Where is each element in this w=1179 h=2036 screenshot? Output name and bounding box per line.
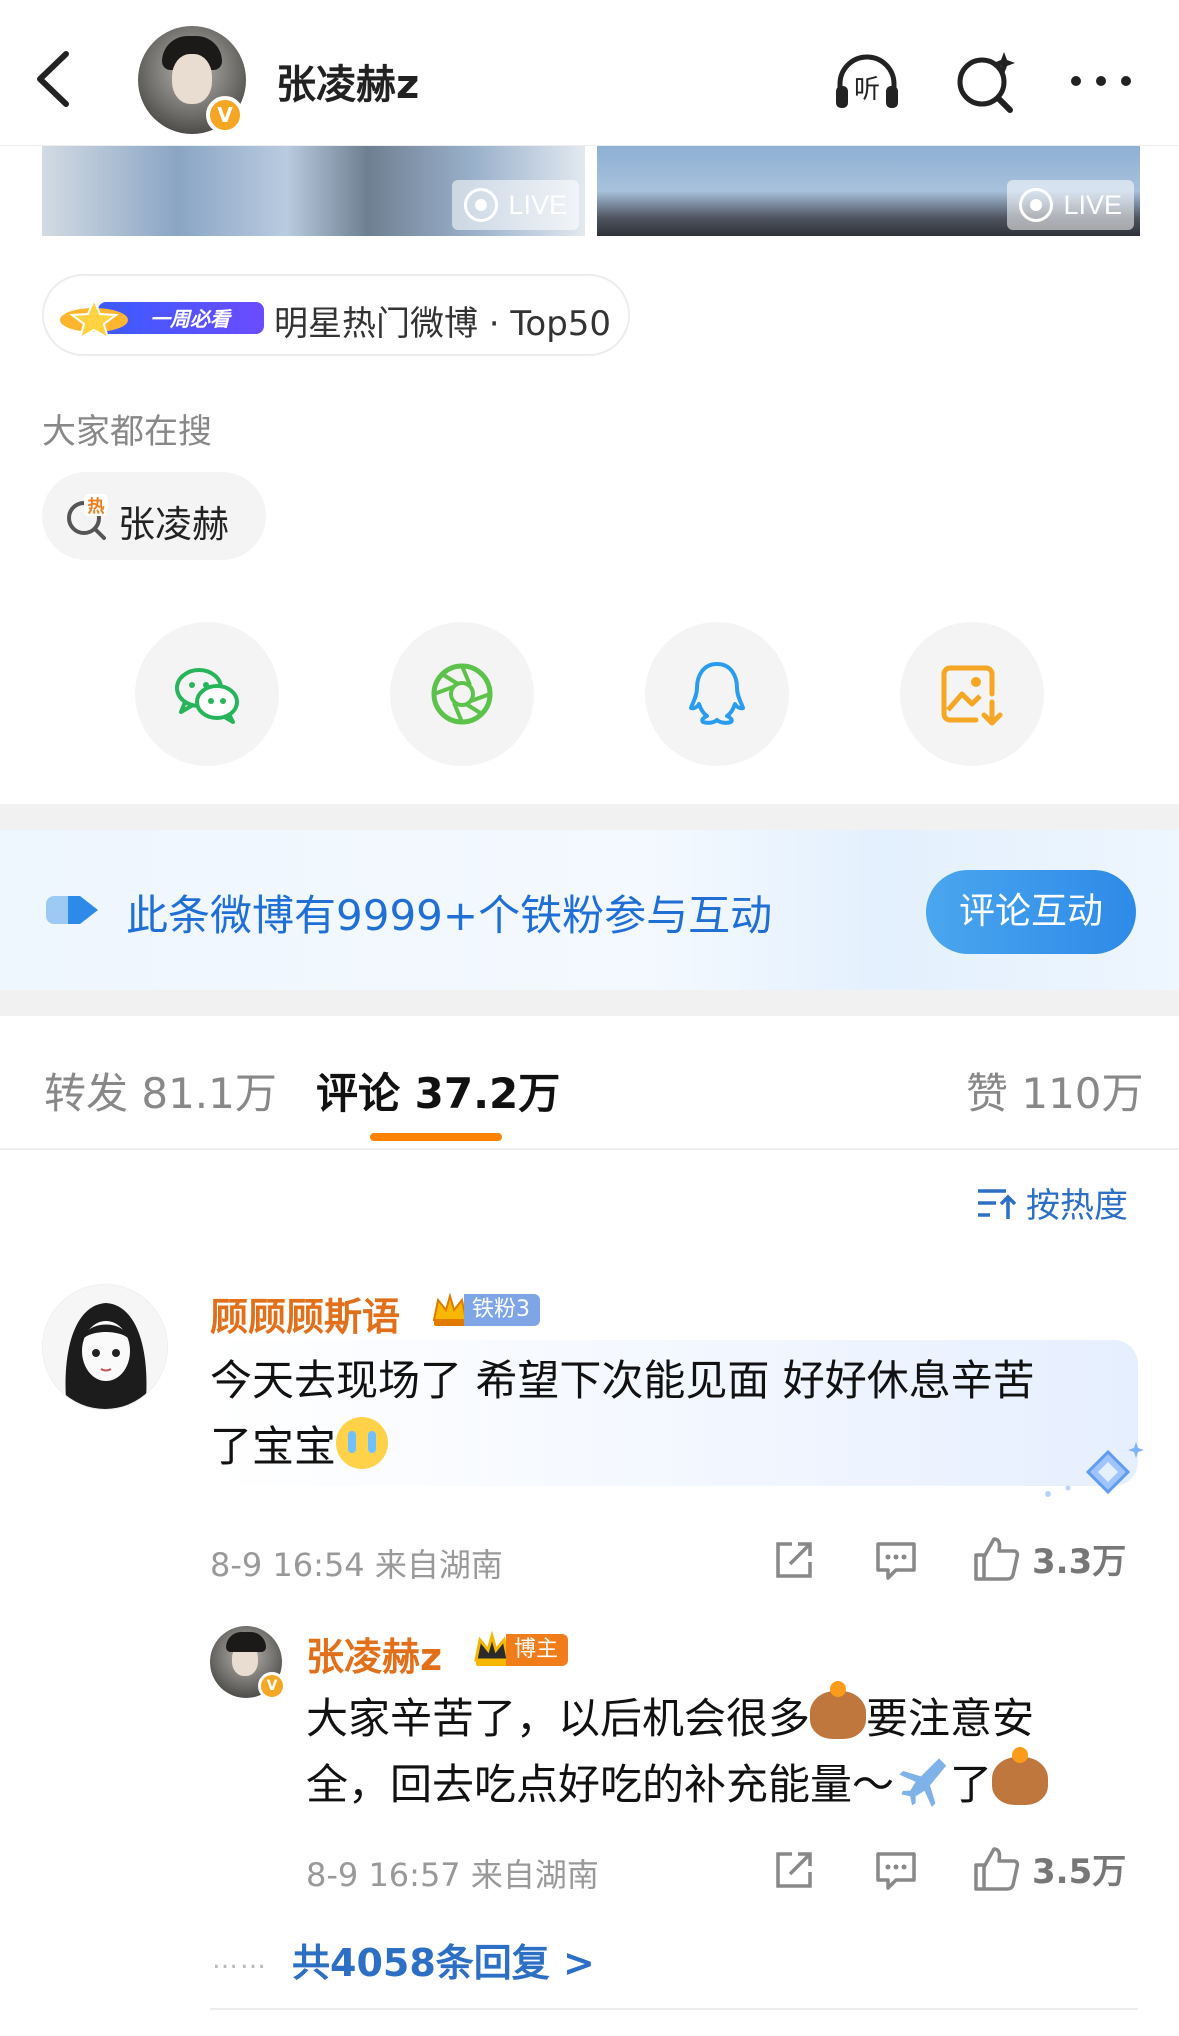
thumbs-up-icon	[974, 1846, 1020, 1891]
fan-arrow-icon	[46, 896, 98, 924]
live-icon	[464, 188, 499, 222]
listen-icon[interactable]: 听	[832, 48, 902, 114]
search-chip[interactable]: 热 张凌赫	[42, 472, 266, 560]
comment-meta: 8-9 16:54 来自湖南	[210, 1546, 503, 1584]
top-bar: V 张凌赫z 听	[0, 0, 1179, 146]
fan-interaction-banner[interactable]: 此条微博有9999+个铁粉参与互动 评论互动	[0, 830, 1179, 990]
tab-comments[interactable]: 评论 37.2万	[316, 1060, 560, 1121]
tab-likes[interactable]: 赞 110万	[966, 1060, 1144, 1121]
fan-interaction-text: 此条微博有9999+个铁粉参与互动	[126, 891, 773, 940]
live-icon	[1019, 188, 1054, 222]
blogger-badge: 博主	[472, 1630, 569, 1670]
moments-icon	[431, 663, 493, 725]
tab-divider	[0, 1148, 1179, 1150]
share-icon[interactable]	[772, 1848, 816, 1892]
comment-text: 今天去现场了 希望下次能见面 好好休息辛苦 了宝宝	[210, 1356, 1035, 1471]
hot-search-icon: 热	[67, 494, 108, 540]
share-icon[interactable]	[772, 1538, 816, 1582]
trending-search-title: 大家都在搜	[42, 412, 212, 452]
view-all-replies-link[interactable]: …… 共4058条回复 >	[212, 1932, 595, 1987]
verified-badge: V	[206, 96, 244, 134]
divider	[210, 2008, 1138, 2010]
svg-text:热: 热	[88, 496, 105, 517]
share-wechat-button[interactable]	[135, 622, 279, 766]
svg-text:一周必看: 一周必看	[150, 307, 232, 331]
thumbs-up-icon	[974, 1536, 1020, 1581]
svg-text:听: 听	[854, 75, 880, 105]
hot-ranking-text: 明星热门微博 · Top50	[274, 304, 612, 344]
live-photo-thumbnail[interactable]: LIVE	[42, 146, 585, 236]
airplane-emoji	[899, 1758, 947, 1807]
save-image-icon	[941, 665, 1003, 726]
like-button[interactable]: 3.3万	[972, 1534, 1126, 1583]
tab-repost[interactable]: 转发 81.1万	[44, 1060, 277, 1121]
verified-badge: V	[258, 1672, 286, 1700]
back-arrow-icon[interactable]	[30, 48, 80, 110]
section-divider	[0, 804, 1179, 830]
live-photo-thumbnail[interactable]: LIVE	[597, 146, 1140, 236]
capybara-emoji	[810, 1681, 867, 1739]
more-dots-icon[interactable]	[1066, 48, 1136, 114]
comment-icon[interactable]	[874, 1848, 918, 1892]
reply-author-name[interactable]: 张凌赫z	[306, 1626, 442, 1681]
sort-icon	[978, 1188, 1016, 1219]
live-badge: LIVE	[452, 180, 579, 230]
like-button[interactable]: 3.5万	[972, 1844, 1126, 1893]
comment-icon[interactable]	[874, 1538, 918, 1582]
wechat-icon	[175, 668, 239, 724]
iron-fan-badge: 铁粉3	[430, 1290, 540, 1330]
qq-icon	[689, 662, 745, 725]
comment-interact-button[interactable]: 评论互动	[926, 870, 1136, 954]
reply-meta: 8-9 16:57 来自湖南	[306, 1856, 599, 1894]
commenter-name[interactable]: 顾顾顾斯语	[210, 1286, 400, 1341]
share-moments-button[interactable]	[390, 622, 534, 766]
reply-text: 大家辛苦了，以后机会很多 要注意安 全，回去吃点好吃的补充能量～了	[306, 1681, 1106, 1818]
search-sparkle-icon[interactable]	[952, 48, 1022, 114]
share-qq-button[interactable]	[645, 622, 789, 766]
active-tab-indicator	[370, 1133, 502, 1141]
section-divider	[0, 990, 1179, 1016]
live-badge: LIVE	[1007, 180, 1134, 230]
loudly-crying-emoji	[336, 1417, 389, 1469]
weekly-must-see-badge: 一周必看	[60, 297, 264, 340]
sort-by-hot-button[interactable]: 按热度	[976, 1178, 1128, 1227]
capybara-emoji	[992, 1747, 1049, 1805]
commenter-avatar[interactable]	[42, 1284, 168, 1410]
search-chip-label: 张凌赫	[118, 503, 229, 546]
author-name[interactable]: 张凌赫z	[276, 52, 419, 110]
hot-ranking-pill[interactable]: 一周必看 明星热门微博 · Top50	[42, 274, 630, 356]
anime-girl-avatar	[43, 1285, 167, 1409]
save-image-button[interactable]	[900, 622, 1044, 766]
